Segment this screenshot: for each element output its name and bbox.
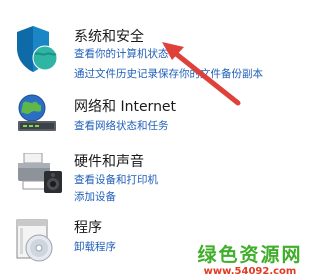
category-system-security: 系统和安全 查看你的计算机状态 通过文件历史记录保存你的文件备份副本	[0, 0, 311, 90]
link-view-computer-status[interactable]: 查看你的计算机状态	[74, 46, 169, 61]
watermark-text: 绿色资源网	[197, 244, 303, 266]
category-title-hardware-sound[interactable]: 硬件和声音	[74, 151, 144, 171]
category-network-internet: 网络和 Internet 查看网络状态和任务	[0, 90, 311, 140]
link-file-history-backup[interactable]: 通过文件历史记录保存你的文件备份副本	[74, 66, 263, 81]
link-network-status-tasks[interactable]: 查看网络状态和任务	[74, 118, 169, 133]
printer-speaker-icon[interactable]	[16, 152, 64, 199]
programs-disc-icon[interactable]	[15, 218, 55, 268]
category-title-system-security[interactable]: 系统和安全	[74, 26, 144, 46]
category-title-programs[interactable]: 程序	[74, 217, 102, 237]
category-hardware-sound: 硬件和声音 查看设备和打印机 添加设备	[0, 145, 311, 205]
link-add-device[interactable]: 添加设备	[74, 189, 116, 204]
shield-icon[interactable]	[15, 24, 59, 78]
category-title-network-internet[interactable]: 网络和 Internet	[74, 96, 176, 116]
network-globe-icon[interactable]	[14, 93, 60, 137]
watermark: 绿色资源网 www.54092.com	[191, 244, 309, 278]
watermark-url: www.54092.com	[203, 266, 297, 277]
link-devices-printers[interactable]: 查看设备和打印机	[74, 172, 158, 187]
link-uninstall-program[interactable]: 卸载程序	[74, 239, 116, 254]
